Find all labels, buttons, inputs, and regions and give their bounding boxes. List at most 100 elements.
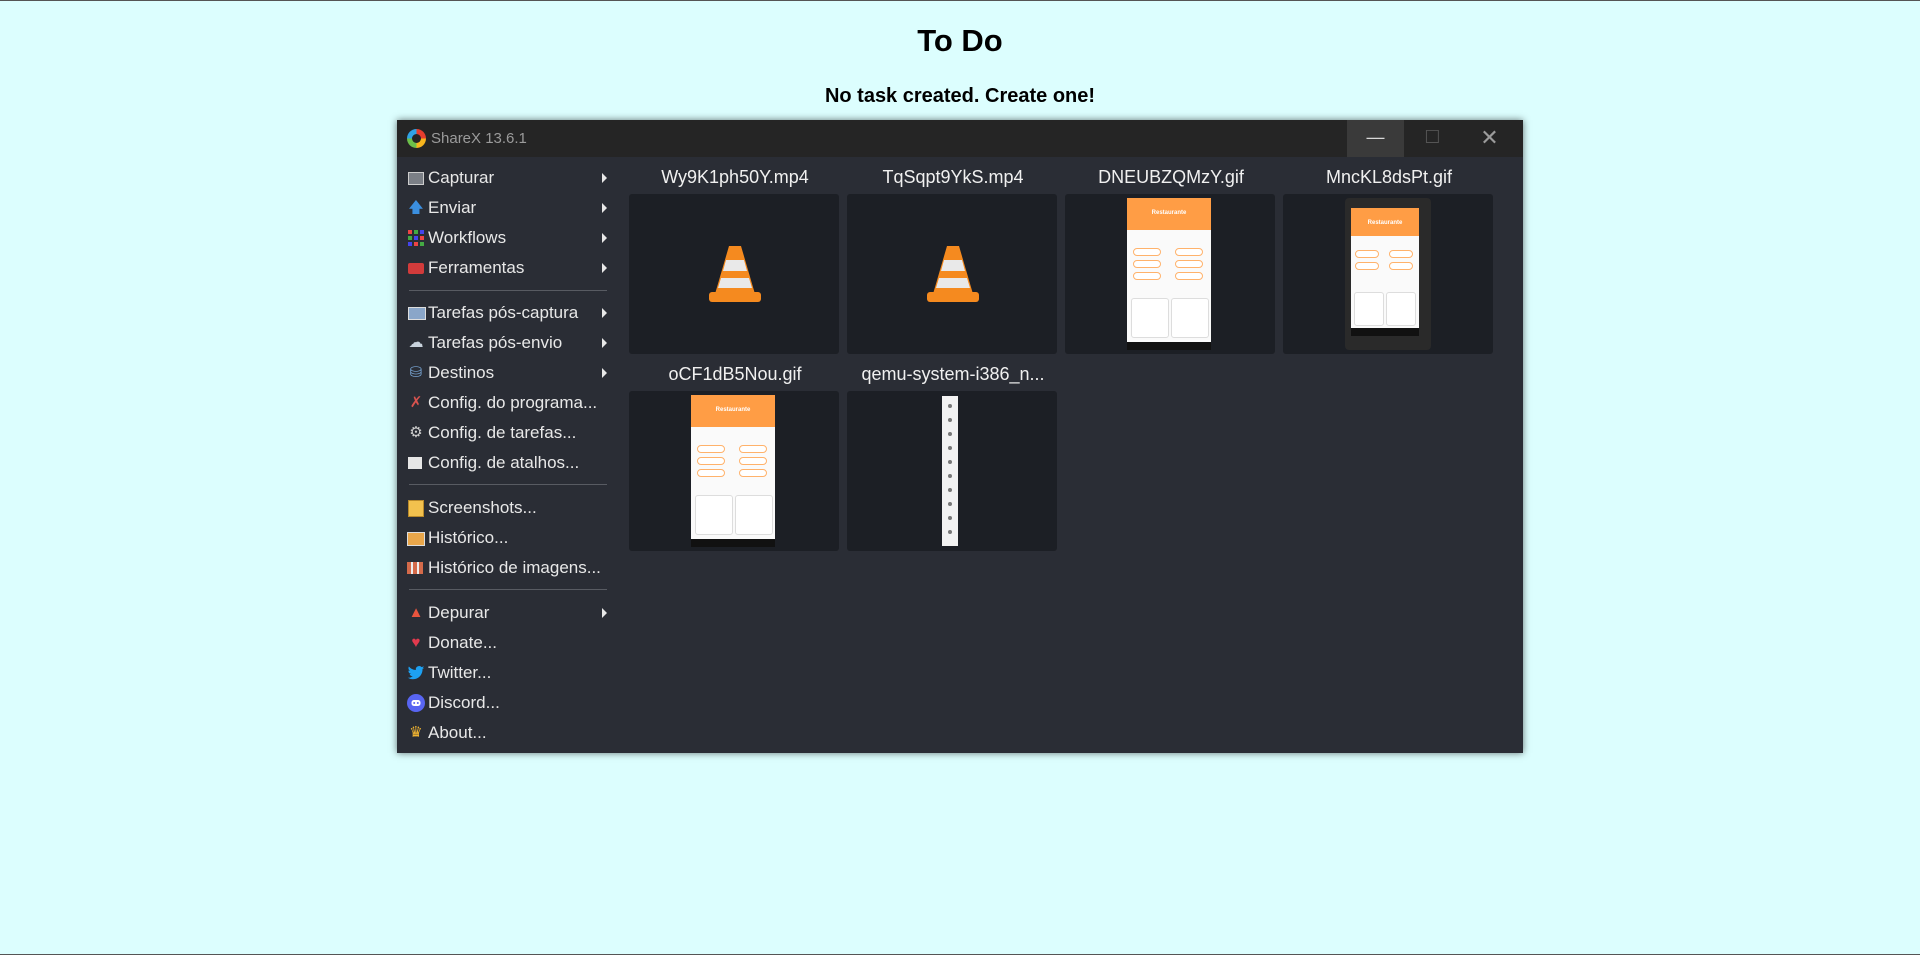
content-card	[1171, 298, 1209, 338]
menu-item-about[interactable]: ♛ About...	[405, 719, 613, 747]
menu-item-workflows[interactable]: Workflows	[405, 224, 613, 252]
phone-nav-bar	[1127, 342, 1211, 350]
phone-screenshot-preview: Restaurante	[691, 395, 775, 547]
minimize-button[interactable]: —	[1347, 120, 1404, 157]
phone-nav-bar	[1351, 328, 1419, 336]
menu-item-label: Histórico de imagens...	[428, 558, 601, 577]
app-title: Restaurante	[1367, 220, 1403, 226]
category-chip	[1175, 260, 1203, 268]
category-chip	[739, 469, 767, 477]
menu-item-tarefas-pos-envio[interactable]: ☁ Tarefas pós-envio	[405, 329, 613, 357]
category-chip	[1355, 262, 1379, 270]
menu-item-label: Discord...	[428, 693, 500, 712]
category-chip	[697, 445, 725, 453]
menu-separator	[409, 589, 607, 590]
category-chip	[739, 445, 767, 453]
file-thumbnail[interactable]: Restaurante	[1065, 194, 1275, 354]
upload-arrow-icon: 🡅	[408, 199, 424, 216]
menu-item-label: Config. do programa...	[428, 393, 598, 412]
after-capture-icon	[408, 307, 426, 320]
file-name: MncKL8dsPt.gif	[1325, 167, 1453, 187]
discord-icon	[407, 694, 425, 712]
heart-icon: ♥	[411, 634, 421, 651]
category-chip	[697, 469, 725, 477]
menu-item-label: Enviar	[428, 198, 477, 217]
close-button[interactable]: ✕	[1461, 120, 1518, 157]
category-chip	[1133, 260, 1161, 268]
title-bar[interactable]: ShareX 13.6.1 — ☐ ✕	[397, 120, 1523, 157]
file-thumbnail[interactable]	[629, 194, 839, 354]
gear-icon: ⚙	[409, 424, 423, 441]
history-icon	[407, 532, 425, 546]
emulator-toolbar-preview	[942, 396, 958, 546]
menu-item-capturar[interactable]: Capturar	[405, 164, 613, 192]
category-chip	[1175, 272, 1203, 280]
page-title: To Do	[917, 23, 1003, 58]
menu-item-label: Donate...	[428, 633, 497, 652]
file-name: DNEUBZQMzY.gif	[1098, 167, 1244, 187]
menu-item-discord[interactable]: Discord...	[405, 689, 613, 717]
file-name: qemu-system-i386_n...	[861, 364, 1045, 384]
menu-item-destinos[interactable]: ⛁ Destinos	[405, 359, 613, 387]
submenu-arrow-icon	[602, 203, 607, 213]
category-chip	[1389, 250, 1413, 258]
file-thumbnail[interactable]: Restaurante	[1283, 194, 1493, 354]
maximize-button[interactable]: ☐	[1404, 120, 1461, 157]
submenu-arrow-icon	[602, 608, 607, 618]
category-chip	[1133, 272, 1161, 280]
menu-item-tarefas-pos-captura[interactable]: Tarefas pós-captura	[405, 299, 613, 327]
toolbox-icon	[408, 263, 424, 274]
menu-item-historico-imagens[interactable]: Histórico de imagens...	[405, 554, 613, 582]
category-chip	[739, 457, 767, 465]
menu-item-donate[interactable]: ♥ Donate...	[405, 629, 613, 657]
file-thumbnail[interactable]	[847, 194, 1057, 354]
category-chip	[1389, 262, 1413, 270]
file-name: TqSqpt9YkS.mp4	[882, 167, 1024, 187]
capture-icon	[408, 172, 424, 185]
menu-item-label: Workflows	[428, 228, 507, 247]
crown-icon: ♛	[409, 724, 423, 741]
menu-item-label: Depurar	[428, 603, 490, 622]
vlc-cone-icon	[927, 246, 979, 302]
menu-item-label: Destinos	[428, 363, 495, 382]
phone-nav-bar	[691, 539, 775, 547]
menu-item-historico[interactable]: Histórico...	[405, 524, 613, 552]
content-card	[1386, 292, 1416, 326]
category-chip	[1133, 248, 1161, 256]
image-history-icon	[407, 562, 423, 574]
submenu-arrow-icon	[602, 173, 607, 183]
submenu-arrow-icon	[602, 338, 607, 348]
menu-item-label: Histórico...	[428, 528, 509, 547]
menu-item-config-programa[interactable]: ✗ Config. do programa...	[405, 389, 613, 417]
menu-item-label: Tarefas pós-envio	[428, 333, 563, 352]
workflows-grid-icon	[407, 229, 425, 247]
file-thumbnail[interactable]	[847, 391, 1057, 551]
sharex-window: ShareX 13.6.1 — ☐ ✕ Capturar 🡅 Enviar Wo…	[397, 120, 1523, 753]
phone-screenshot-preview: Restaurante	[1127, 198, 1211, 350]
menu-item-config-atalhos[interactable]: Config. de atalhos...	[405, 449, 613, 477]
window-title: ShareX 13.6.1	[431, 130, 527, 147]
empty-state-message: No task created. Create one!	[824, 85, 1096, 107]
menu-item-screenshots[interactable]: Screenshots...	[405, 494, 613, 522]
category-chip	[1175, 248, 1203, 256]
after-upload-icon: ☁	[408, 334, 424, 351]
menu-item-depurar[interactable]: ▲ Depurar	[405, 599, 613, 627]
category-chip	[1355, 250, 1379, 258]
menu-item-twitter[interactable]: Twitter...	[405, 659, 613, 687]
content-card	[1354, 292, 1384, 326]
menu-item-config-tarefas[interactable]: ⚙ Config. de tarefas...	[405, 419, 613, 447]
submenu-arrow-icon	[602, 263, 607, 273]
submenu-arrow-icon	[602, 233, 607, 243]
menu-item-label: Ferramentas	[428, 258, 525, 277]
menu-item-label: Config. de atalhos...	[428, 453, 580, 472]
file-name: oCF1dB5Nou.gif	[668, 364, 802, 384]
debug-cone-icon: ▲	[408, 604, 424, 621]
menu-item-label: Twitter...	[428, 663, 492, 682]
menu-item-ferramentas[interactable]: Ferramentas	[405, 254, 613, 282]
menu-item-enviar[interactable]: 🡅 Enviar	[405, 194, 613, 222]
content-card	[1131, 298, 1169, 338]
wrench-icon: ✗	[409, 394, 423, 411]
file-thumbnail[interactable]: Restaurante	[629, 391, 839, 551]
app-title: Restaurante	[1151, 210, 1187, 216]
destinations-icon: ⛁	[409, 364, 423, 381]
